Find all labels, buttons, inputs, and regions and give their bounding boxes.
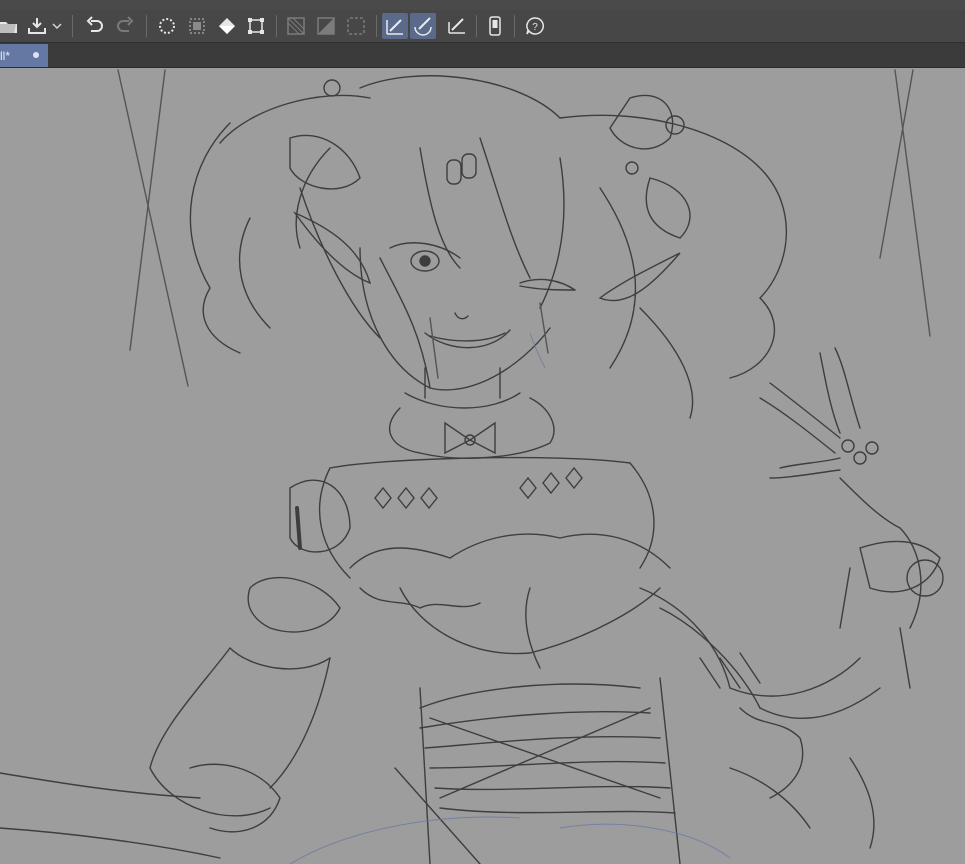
snap-ruler-icon[interactable] [283, 13, 309, 39]
lineart-drawing [0, 69, 944, 864]
toolbar-separator [146, 15, 147, 37]
document-tab-label: ll* [0, 48, 11, 63]
transform-icon[interactable] [243, 13, 269, 39]
toolbar-separator [514, 15, 515, 37]
snap-special-ruler-icon[interactable] [313, 13, 339, 39]
chevron-down-icon[interactable] [50, 13, 64, 39]
modified-dot-icon[interactable] [33, 52, 39, 58]
toolbar-separator [72, 15, 73, 37]
snap-grid-icon[interactable] [343, 13, 369, 39]
save-icon[interactable] [24, 13, 50, 39]
document-tab-bar: ll* [0, 43, 965, 68]
undo-icon[interactable] [82, 13, 108, 39]
fill-icon[interactable] [214, 13, 240, 39]
toolbar-separator [276, 15, 277, 37]
pen-vector-icon[interactable] [410, 13, 436, 39]
toolbar-separator [476, 15, 477, 37]
redo-icon[interactable] [112, 13, 138, 39]
help-icon[interactable]: ? [522, 13, 548, 39]
smartphone-icon[interactable] [482, 13, 508, 39]
open-folder-icon[interactable] [0, 13, 22, 39]
toolbar-separator [376, 15, 377, 37]
clear-selection-icon[interactable] [154, 13, 180, 39]
crop-icon[interactable] [184, 13, 210, 39]
pen-angle-icon[interactable] [444, 13, 470, 39]
document-tab[interactable]: ll* [0, 44, 48, 67]
svg-text:?: ? [532, 22, 538, 33]
drawing-canvas[interactable] [0, 68, 965, 864]
pen-stabilize-icon[interactable] [382, 13, 408, 39]
command-bar: ? [0, 10, 965, 43]
